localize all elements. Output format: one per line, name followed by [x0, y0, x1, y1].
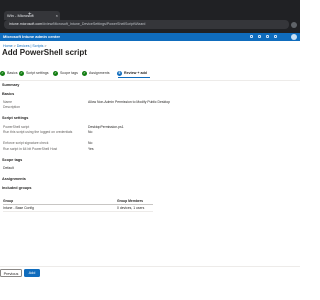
setting-value: Yes [88, 147, 94, 151]
step-label: Script settings [26, 71, 49, 75]
step-number: 5 [117, 70, 122, 76]
help-icon[interactable] [266, 35, 269, 38]
summary-heading: Summary [2, 83, 20, 87]
step-script-settings[interactable]: ✓ Script settings [19, 69, 49, 77]
previous-button[interactable]: Previous [0, 269, 22, 277]
table-header-rule [3, 204, 153, 205]
address-host: intune.microsoft.com [9, 22, 43, 26]
step-assignments[interactable]: ✓ Assignments [82, 69, 110, 77]
settings-icon[interactable] [258, 35, 261, 38]
step-label: Scope tags [60, 71, 78, 75]
table-cell-group: Intune - Base Config [3, 206, 34, 210]
close-icon[interactable]: × [56, 11, 58, 20]
setting-label: Run script in 64 bit PowerShell Host [3, 147, 58, 151]
setting-value: No [88, 130, 93, 134]
description-label: Description [3, 105, 20, 109]
setting-label: PowerShell script [3, 125, 30, 129]
address-bar[interactable]: intune.microsoft.com/#view/Microsoft_Int… [4, 20, 289, 29]
included-groups-heading: Included groups [2, 186, 32, 190]
footer-divider [0, 266, 300, 267]
page-title: Add PowerShell script [2, 48, 87, 57]
column-header-group: Group [3, 199, 14, 203]
step-review-add[interactable]: 5 Review + add [117, 69, 147, 77]
divider [0, 80, 300, 81]
scope-tags-heading: Scope tags [2, 158, 23, 162]
step-basics[interactable]: ✓ Basics [0, 69, 18, 77]
check-icon: ✓ [82, 70, 87, 76]
setting-value: No [88, 141, 93, 145]
portal-name[interactable]: Microsoft Intune admin center [3, 34, 60, 40]
assignments-heading: Assignments [2, 177, 26, 181]
new-tab-icon[interactable]: + [28, 11, 32, 20]
step-scope-tags[interactable]: ✓ Scope tags [53, 69, 78, 77]
active-step-indicator [118, 77, 150, 78]
setting-value: DesktopPermission.ps1 [88, 125, 124, 129]
step-label: Review + add [124, 71, 147, 75]
setting-label: Run this script using the logged on cred… [3, 130, 73, 134]
table-cell-members: 0 devices, 1 users [117, 206, 145, 210]
check-icon: ✓ [19, 70, 24, 76]
basics-heading: Basics [2, 92, 15, 96]
add-button[interactable]: Add [24, 269, 40, 277]
scope-tag-value: Default [3, 166, 14, 170]
script-settings-heading: Script settings [2, 116, 29, 120]
check-icon: ✓ [0, 70, 5, 76]
browser-tab[interactable]: Win - Microsoft × [4, 11, 60, 20]
step-label: Assignments [89, 71, 110, 75]
feedback-icon[interactable] [274, 35, 277, 38]
name-label: Name [3, 100, 13, 104]
setting-label: Enforce script signature check [3, 141, 49, 145]
address-path: /#view/Microsoft_Intune_DeviceSettings/P… [42, 22, 146, 26]
notifications-icon[interactable] [250, 35, 253, 38]
check-icon: ✓ [53, 70, 58, 76]
column-header-group-members: Group Members [117, 199, 143, 203]
table-row-rule [3, 211, 153, 212]
step-label: Basics [7, 71, 18, 75]
profile-icon[interactable] [291, 22, 297, 28]
name-value: Allow Non-Admin Permission to Modify Pub… [88, 100, 170, 104]
avatar[interactable] [291, 34, 297, 40]
